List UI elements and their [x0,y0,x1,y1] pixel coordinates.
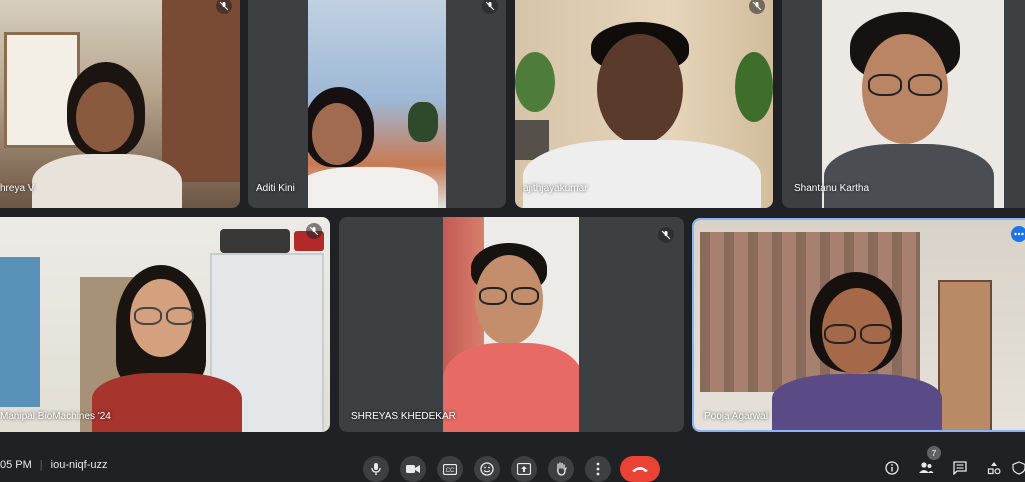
host-controls-button[interactable] [1010,459,1025,477]
end-call-icon [632,467,648,472]
present-icon [517,463,531,475]
participant-name: ajithjayakumar [523,183,588,194]
participant-tile-aditi[interactable]: Aditi Kini [248,0,506,208]
activities-icon [987,462,1001,475]
separator: | [39,459,43,471]
chat-icon [953,461,967,475]
participant-tile-shreya[interactable]: hreya V [0,0,240,208]
people-icon [919,462,934,473]
participant-name: Aditi Kini [256,183,295,194]
raise-hand-icon [557,462,567,476]
svg-text:CC: CC [446,468,455,474]
muted-mic-icon [658,227,674,243]
people-button[interactable] [917,459,935,477]
meeting-time: 05 PM [0,459,32,471]
participant-tile-ajith[interactable]: ajithjayakumar [515,0,773,208]
video-feed [694,220,1025,430]
host-controls-icon [1012,461,1025,475]
meeting-code: iou-niqf-uzz [50,459,108,471]
info-button[interactable] [883,459,901,477]
more-options-icon[interactable] [1011,226,1025,242]
video-feed [0,0,240,208]
participant-name: Shantanu Kartha [794,183,870,194]
captions-button[interactable]: CC [437,456,463,482]
participant-name: Manipal BioMachines '24 [0,411,111,422]
video-feed [515,0,773,208]
more-options-button[interactable] [585,456,611,482]
captions-icon: CC [443,463,457,475]
present-button[interactable] [511,456,537,482]
raise-hand-button[interactable] [548,456,574,482]
meeting-info: 05 PM | iou-niqf-uzz [0,459,108,471]
video-feed [308,0,446,208]
chat-button[interactable] [951,459,969,477]
emoji-button[interactable] [474,456,500,482]
muted-mic-icon [306,223,322,239]
activities-button[interactable] [985,459,1003,477]
end-call-button[interactable] [620,456,660,482]
muted-mic-icon [482,0,498,14]
participant-name: Pooja Agarwal [704,411,768,422]
microphone-icon [371,463,381,475]
participant-tile-shreyas[interactable]: SHREYAS KHEDEKAR [339,217,684,432]
participant-tile-pooja-active-speaker[interactable]: Pooja Agarwal [692,218,1025,432]
info-icon [885,461,899,475]
video-feed [0,217,330,432]
emoji-icon [480,462,494,476]
camera-button[interactable] [400,456,426,482]
video-feed [443,217,579,432]
participant-tile-shantanu[interactable]: Shantanu Kartha [782,0,1025,208]
microphone-button[interactable] [363,456,389,482]
participant-tile-manipal-biomachines[interactable]: Manipal BioMachines '24 [0,217,330,432]
more-options-icon [596,462,600,476]
people-count-badge: 7 [927,446,941,460]
camera-icon [406,465,420,473]
participant-name: SHREYAS KHEDEKAR [351,411,456,422]
video-feed [822,0,1004,208]
participant-name: hreya V [0,183,35,194]
